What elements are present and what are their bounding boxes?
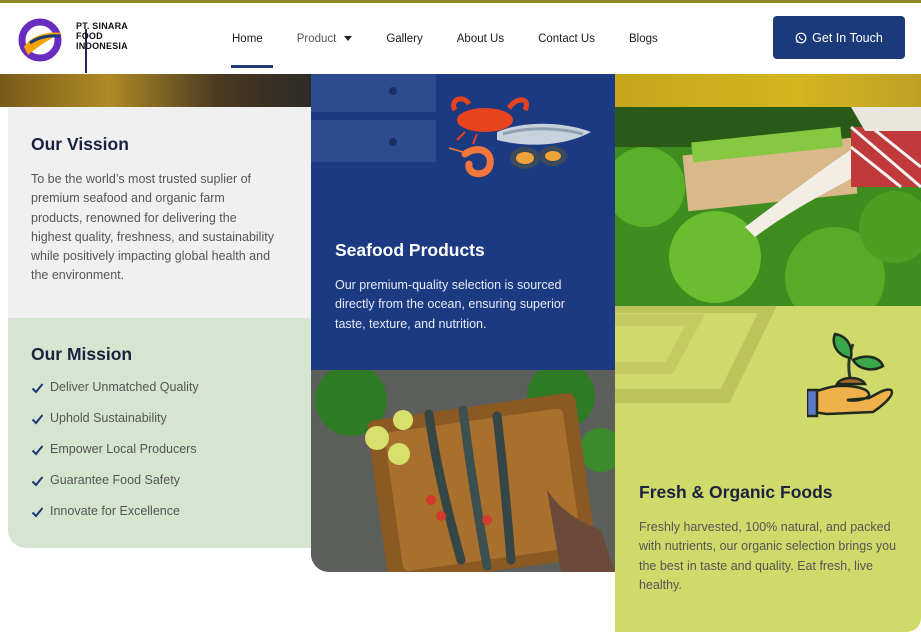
mission-item-label: Guarantee Food Safety <box>50 473 180 487</box>
nav-product[interactable]: Product <box>297 3 353 74</box>
vision-title: Our Vission <box>31 134 129 154</box>
seafood-title: Seafood Products <box>335 240 485 260</box>
shrimp-board-photo <box>311 370 615 572</box>
lettuce-photo-image <box>615 107 921 306</box>
page: PT. SINARA FOOD INDONESIA Home Product G… <box>0 0 921 643</box>
logo-text: PT. SINARA FOOD INDONESIA <box>76 21 128 51</box>
get-in-touch-button[interactable]: Get In Touch <box>773 16 905 59</box>
drawer-knob <box>389 87 397 95</box>
background-photo-left <box>0 74 311 107</box>
check-icon <box>31 445 44 456</box>
background-photo-right <box>615 74 921 107</box>
main-nav: Home Product Gallery About Us Contact Us… <box>231 3 692 74</box>
get-in-touch-label: Get In Touch <box>812 30 883 45</box>
mission-item: Deliver Unmatched Quality <box>31 380 199 411</box>
mission-item: Empower Local Producers <box>31 442 199 473</box>
chevron-pattern-decoration <box>615 306 777 403</box>
nav-product-label: Product <box>296 32 337 45</box>
mission-item: Innovate for Excellence <box>31 504 199 535</box>
plant-in-hand-icon <box>807 332 894 418</box>
logo-line-1: PT. SINARA <box>76 21 129 31</box>
nav-about-us[interactable]: About Us <box>457 3 504 74</box>
logo-line-3: INDONESIA <box>76 41 128 51</box>
logo-line-2: FOOD <box>76 31 103 41</box>
organic-card: Fresh & Organic Foods Freshly harvested,… <box>615 306 921 632</box>
vision-card: Our Vission To be the world’s most trust… <box>8 107 311 319</box>
nav-home[interactable]: Home <box>231 3 273 74</box>
nav-gallery[interactable]: Gallery <box>386 3 422 74</box>
organic-title: Fresh & Organic Foods <box>639 482 833 502</box>
mission-card: Our Mission Deliver Unmatched Quality Up… <box>8 318 311 548</box>
drawer-knob <box>389 138 397 146</box>
seafood-card: Seafood Products Our premium-quality sel… <box>311 74 615 370</box>
logo-mark-icon <box>18 18 62 62</box>
organic-body: Freshly harvested, 100% natural, and pac… <box>639 520 897 592</box>
lettuce-harvest-photo <box>615 107 921 306</box>
nav-blogs[interactable]: Blogs <box>629 3 658 74</box>
mission-item-label: Empower Local Producers <box>50 442 197 456</box>
mission-item: Uphold Sustainability <box>31 411 199 442</box>
mission-item-label: Uphold Sustainability <box>50 411 167 425</box>
vision-body: To be the world’s most trusted suplier o… <box>31 172 274 283</box>
nav-contact-us[interactable]: Contact Us <box>538 3 595 74</box>
mission-item-label: Deliver Unmatched Quality <box>50 380 199 394</box>
mission-list: Deliver Unmatched Quality Uphold Sustain… <box>31 380 199 535</box>
caret-down-icon <box>344 36 353 41</box>
mission-title: Our Mission <box>31 344 133 364</box>
mission-item-label: Innovate for Excellence <box>50 504 180 518</box>
seafood-illustration-icon <box>448 96 591 178</box>
check-icon <box>31 383 44 394</box>
check-icon <box>31 507 44 518</box>
check-icon <box>31 476 44 487</box>
whatsapp-icon <box>795 32 807 43</box>
check-icon <box>31 414 44 425</box>
drawer-shape <box>311 74 436 112</box>
drawer-shape <box>311 120 436 162</box>
site-header: PT. SINARA FOOD INDONESIA Home Product G… <box>0 3 921 74</box>
seafood-body: Our premium-quality selection is sourced… <box>335 278 565 331</box>
shrimp-photo-image <box>311 370 615 572</box>
mission-item: Guarantee Food Safety <box>31 473 199 504</box>
logo[interactable]: PT. SINARA FOOD INDONESIA <box>18 17 138 73</box>
